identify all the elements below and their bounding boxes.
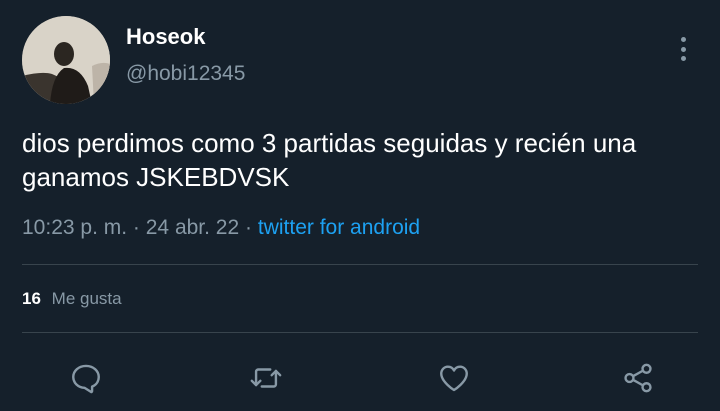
avatar-photo [22, 16, 110, 104]
reply-button[interactable] [66, 358, 106, 398]
tweet-time: 10:23 p. m. [22, 216, 128, 239]
tweet-date: 24 abr. 22 [145, 216, 240, 239]
tweet-text: dios perdimos como 3 partidas seguidas y… [22, 128, 637, 192]
like-button[interactable] [434, 358, 474, 398]
reply-icon [72, 364, 100, 394]
tweet-meta: 10:23 p. m. · 24 abr. 22 · twitter for a… [22, 216, 420, 240]
display-name[interactable]: Hoseok [126, 24, 205, 50]
retweet-button[interactable] [246, 358, 286, 398]
share-button[interactable] [618, 358, 658, 398]
like-icon [440, 365, 468, 392]
meta-separator: · [245, 216, 253, 239]
user-handle[interactable]: @hobi12345 [126, 62, 245, 86]
divider [22, 332, 698, 333]
likes-count: 16 [22, 289, 41, 308]
tweet-source-link[interactable]: twitter for android [258, 216, 420, 239]
more-options-icon[interactable] [673, 34, 693, 64]
avatar[interactable] [22, 16, 110, 104]
retweet-icon [250, 368, 282, 388]
likes-stat[interactable]: 16 Me gusta [22, 289, 122, 309]
meta-separator: · [132, 216, 140, 239]
likes-label: Me gusta [51, 289, 122, 308]
share-icon [624, 363, 652, 393]
divider [22, 264, 698, 265]
